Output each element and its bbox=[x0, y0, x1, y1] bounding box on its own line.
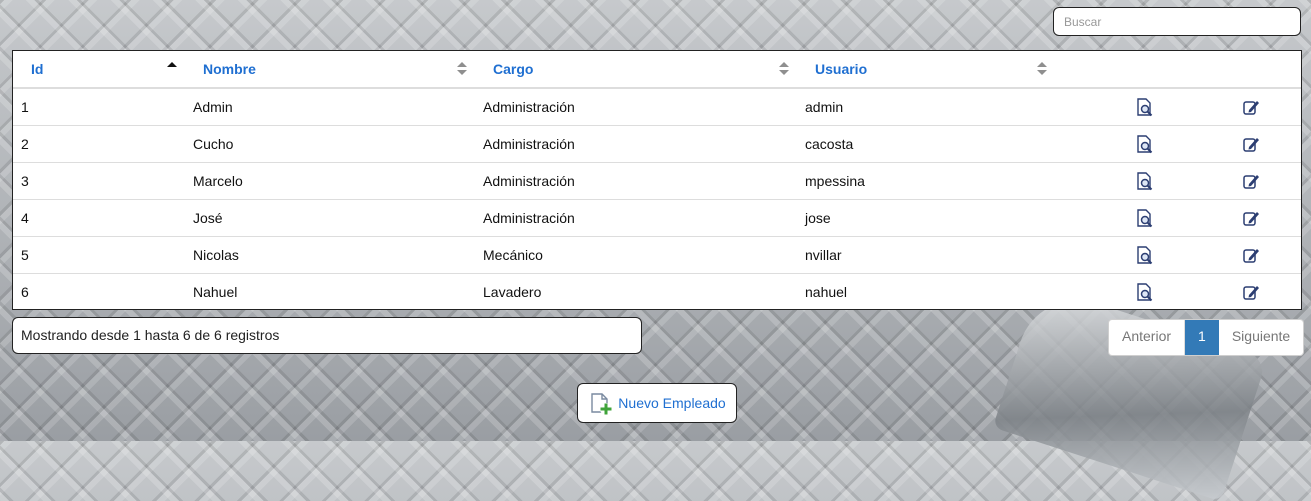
header-label-cargo: Cargo bbox=[493, 61, 534, 77]
background-wrench-image bbox=[992, 284, 1268, 501]
cell-edit bbox=[1161, 88, 1301, 126]
employees-table: Id Nombre Cargo Usuario 1 Admin Administra… bbox=[12, 50, 1302, 310]
edit-icon[interactable] bbox=[1241, 245, 1261, 265]
table-header-row: Id Nombre Cargo Usuario bbox=[13, 51, 1301, 89]
cell-usuario: mpessina bbox=[797, 162, 1055, 200]
cell-nombre: Nicolas bbox=[185, 236, 475, 274]
edit-icon[interactable] bbox=[1241, 208, 1261, 228]
view-details-icon[interactable] bbox=[1135, 171, 1155, 191]
pagination-previous-button[interactable]: Anterior bbox=[1109, 320, 1186, 355]
cell-edit bbox=[1161, 273, 1301, 310]
view-details-icon[interactable] bbox=[1135, 245, 1155, 265]
view-details-icon[interactable] bbox=[1135, 208, 1155, 228]
edit-icon[interactable] bbox=[1241, 171, 1261, 191]
cell-id: 6 bbox=[13, 273, 185, 310]
search-input[interactable] bbox=[1053, 7, 1301, 36]
cell-usuario: jose bbox=[797, 199, 1055, 237]
cell-usuario: cacosta bbox=[797, 125, 1055, 163]
cell-cargo: Lavadero bbox=[475, 273, 797, 310]
pagination-next-button[interactable]: Siguiente bbox=[1219, 320, 1303, 355]
cell-usuario: nahuel bbox=[797, 273, 1055, 310]
pagination-page-button[interactable]: 1 bbox=[1185, 320, 1219, 355]
column-header-view bbox=[1055, 51, 1161, 89]
column-header-id[interactable]: Id bbox=[13, 51, 185, 89]
sort-both-icon bbox=[457, 62, 467, 76]
cell-nombre: Admin bbox=[193, 99, 233, 115]
cell-edit bbox=[1161, 125, 1301, 163]
cell-id: 4 bbox=[13, 199, 185, 237]
cell-edit bbox=[1161, 199, 1301, 237]
sort-both-icon bbox=[1037, 62, 1047, 76]
pagination: Anterior 1 Siguiente bbox=[1108, 319, 1305, 356]
cell-edit bbox=[1161, 162, 1301, 200]
cell-view bbox=[1055, 236, 1161, 274]
cell-view bbox=[1055, 125, 1161, 163]
cell-edit bbox=[1161, 236, 1301, 274]
cell-id: 1 bbox=[21, 99, 29, 115]
cell-cargo: Mecánico bbox=[475, 236, 797, 274]
column-header-edit bbox=[1161, 51, 1301, 89]
cell-cargo: Administración bbox=[475, 125, 797, 163]
header-label-usuario: Usuario bbox=[815, 61, 868, 77]
new-employee-label: Nuevo Empleado bbox=[618, 395, 726, 411]
cell-view bbox=[1055, 162, 1161, 200]
column-header-nombre[interactable]: Nombre bbox=[185, 51, 475, 89]
cell-view bbox=[1055, 273, 1161, 310]
cell-usuario: admin bbox=[805, 99, 844, 115]
edit-icon[interactable] bbox=[1241, 282, 1261, 302]
edit-icon[interactable] bbox=[1241, 134, 1261, 154]
cell-view bbox=[1055, 88, 1161, 126]
column-header-cargo[interactable]: Cargo bbox=[475, 51, 797, 89]
sort-asc-icon bbox=[167, 62, 177, 76]
header-label-id: Id bbox=[31, 61, 44, 77]
cell-view bbox=[1055, 199, 1161, 237]
cell-usuario: nvillar bbox=[797, 236, 1055, 274]
cell-id: 5 bbox=[13, 236, 185, 274]
view-details-icon[interactable] bbox=[1135, 134, 1155, 154]
table-row: 6 Nahuel Lavadero nahuel bbox=[13, 273, 1301, 310]
cell-nombre: José bbox=[185, 199, 475, 237]
cell-cargo: Administración bbox=[475, 199, 797, 237]
column-header-usuario[interactable]: Usuario bbox=[797, 51, 1055, 89]
new-employee-button[interactable]: Nuevo Empleado bbox=[577, 383, 737, 423]
table-row: 1 Admin Administración admin bbox=[13, 88, 1301, 126]
header-label-nombre: Nombre bbox=[203, 61, 256, 77]
cell-cargo: Administración bbox=[483, 99, 575, 115]
cell-id: 2 bbox=[13, 125, 185, 163]
table-row: 3 Marcelo Administración mpessina bbox=[13, 162, 1301, 200]
cell-id: 3 bbox=[13, 162, 185, 200]
table-row: 5 Nicolas Mecánico nvillar bbox=[13, 236, 1301, 274]
cell-cargo: Administración bbox=[475, 162, 797, 200]
add-document-icon bbox=[588, 390, 614, 416]
table-info-text: Mostrando desde 1 hasta 6 de 6 registros bbox=[12, 317, 642, 354]
edit-icon[interactable] bbox=[1241, 97, 1261, 117]
view-details-icon[interactable] bbox=[1135, 97, 1155, 117]
cell-nombre: Cucho bbox=[185, 125, 475, 163]
sort-both-icon bbox=[779, 62, 789, 76]
table-row: 4 José Administración jose bbox=[13, 199, 1301, 237]
cell-nombre: Marcelo bbox=[185, 162, 475, 200]
view-details-icon[interactable] bbox=[1135, 282, 1155, 302]
cell-nombre: Nahuel bbox=[185, 273, 475, 310]
table-row: 2 Cucho Administración cacosta bbox=[13, 125, 1301, 163]
